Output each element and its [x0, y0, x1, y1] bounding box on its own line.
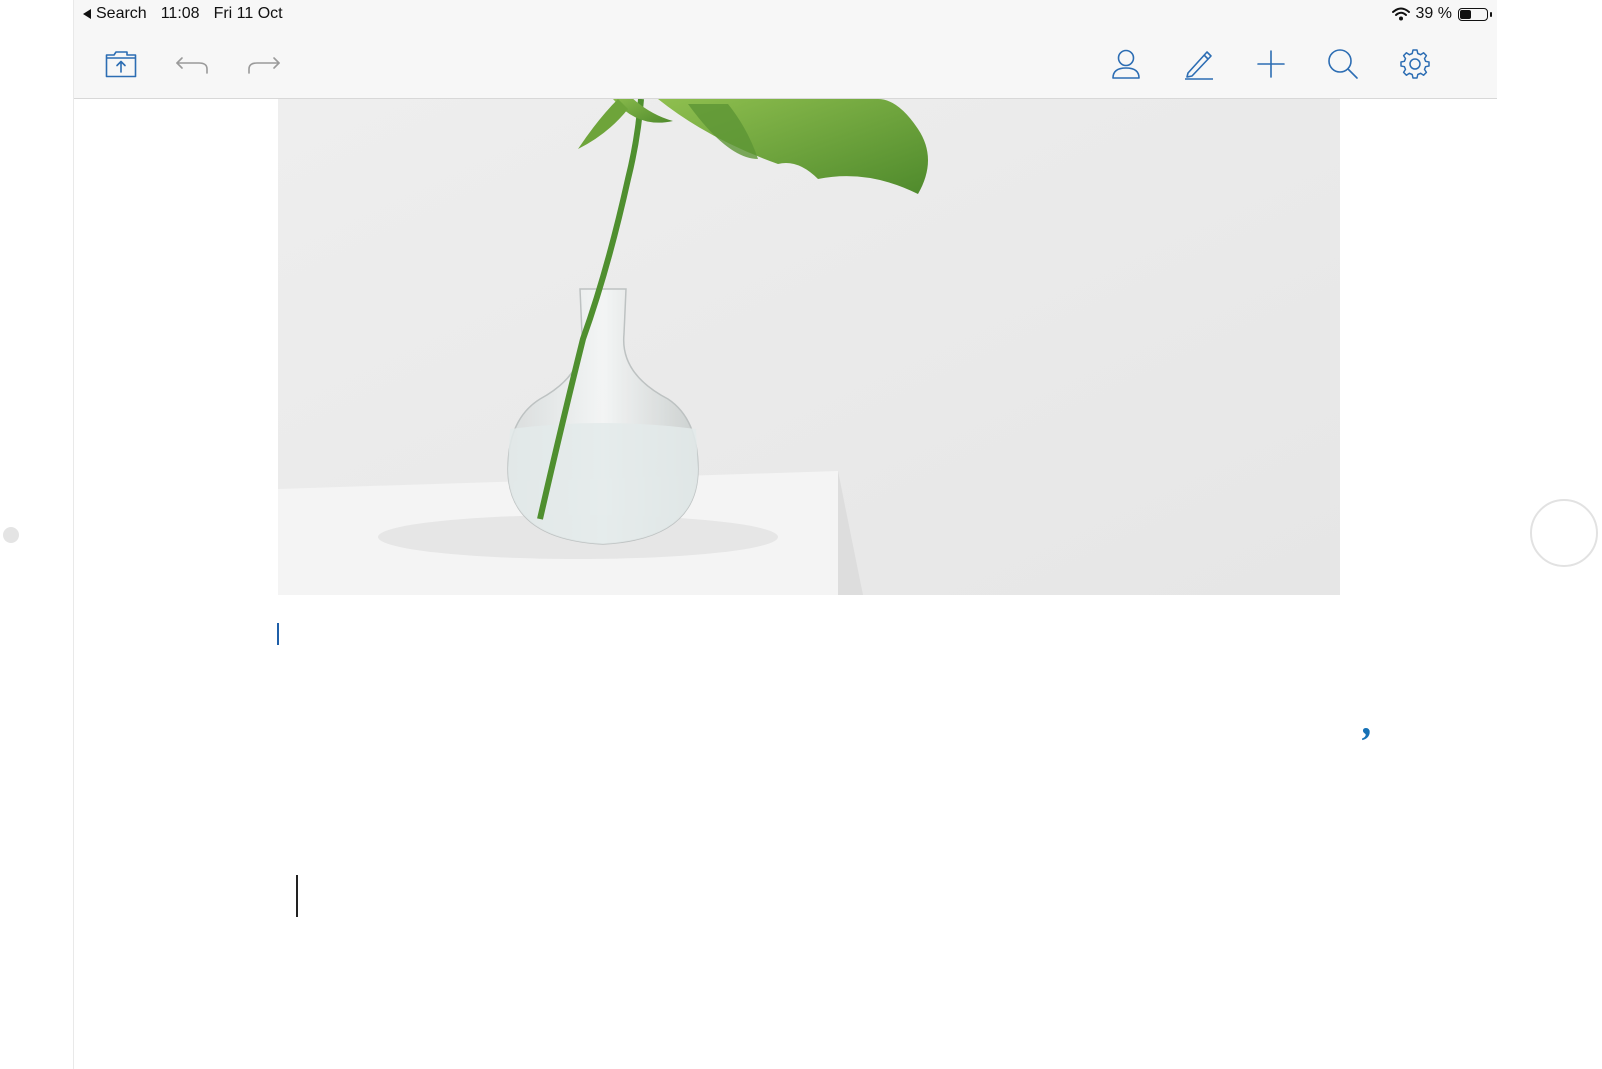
side-dot	[3, 527, 19, 543]
stray-apostrophe: ,	[1363, 698, 1373, 743]
redo-button[interactable]	[244, 44, 284, 84]
document-image[interactable]	[278, 99, 1340, 595]
battery-icon	[1458, 7, 1492, 21]
add-button[interactable]	[1251, 44, 1291, 84]
documents-app: Search 11:08 Fri 11 Oct 39 % ,	[74, 0, 1497, 1069]
back-to-search[interactable]: Search	[83, 5, 147, 23]
battery-percent: 39 %	[1415, 5, 1452, 22]
wifi-icon	[1391, 7, 1410, 21]
redo-icon	[248, 57, 280, 74]
search-icon	[1328, 49, 1358, 79]
settings-gear-icon	[1400, 49, 1430, 79]
files-upload-button[interactable]	[101, 44, 141, 84]
settings-button[interactable]	[1395, 44, 1435, 84]
status-bar: Search 11:08 Fri 11 Oct 39 %	[74, 0, 1497, 30]
status-time: 11:08	[160, 5, 200, 22]
back-arrow-icon	[83, 9, 91, 19]
undo-button[interactable]	[172, 44, 212, 84]
back-label: Search	[96, 5, 147, 22]
pencil-icon	[1185, 51, 1213, 80]
assistive-touch-button[interactable]	[1530, 499, 1598, 567]
document-paragraph[interactable]	[296, 789, 1296, 933]
search-button[interactable]	[1323, 44, 1363, 84]
insertion-caret	[277, 623, 279, 645]
edit-button[interactable]	[1179, 44, 1219, 84]
files-upload-icon	[105, 51, 137, 78]
document-canvas[interactable]: ,	[74, 99, 1497, 1069]
toolbar	[74, 30, 1497, 99]
plus-icon	[1257, 50, 1285, 78]
undo-icon	[176, 57, 208, 74]
text-cursor	[296, 875, 298, 917]
battery-fill	[1460, 9, 1471, 19]
account-button[interactable]	[1106, 44, 1146, 84]
status-date: Fri 11 Oct	[213, 5, 283, 22]
user-icon	[1112, 49, 1140, 79]
